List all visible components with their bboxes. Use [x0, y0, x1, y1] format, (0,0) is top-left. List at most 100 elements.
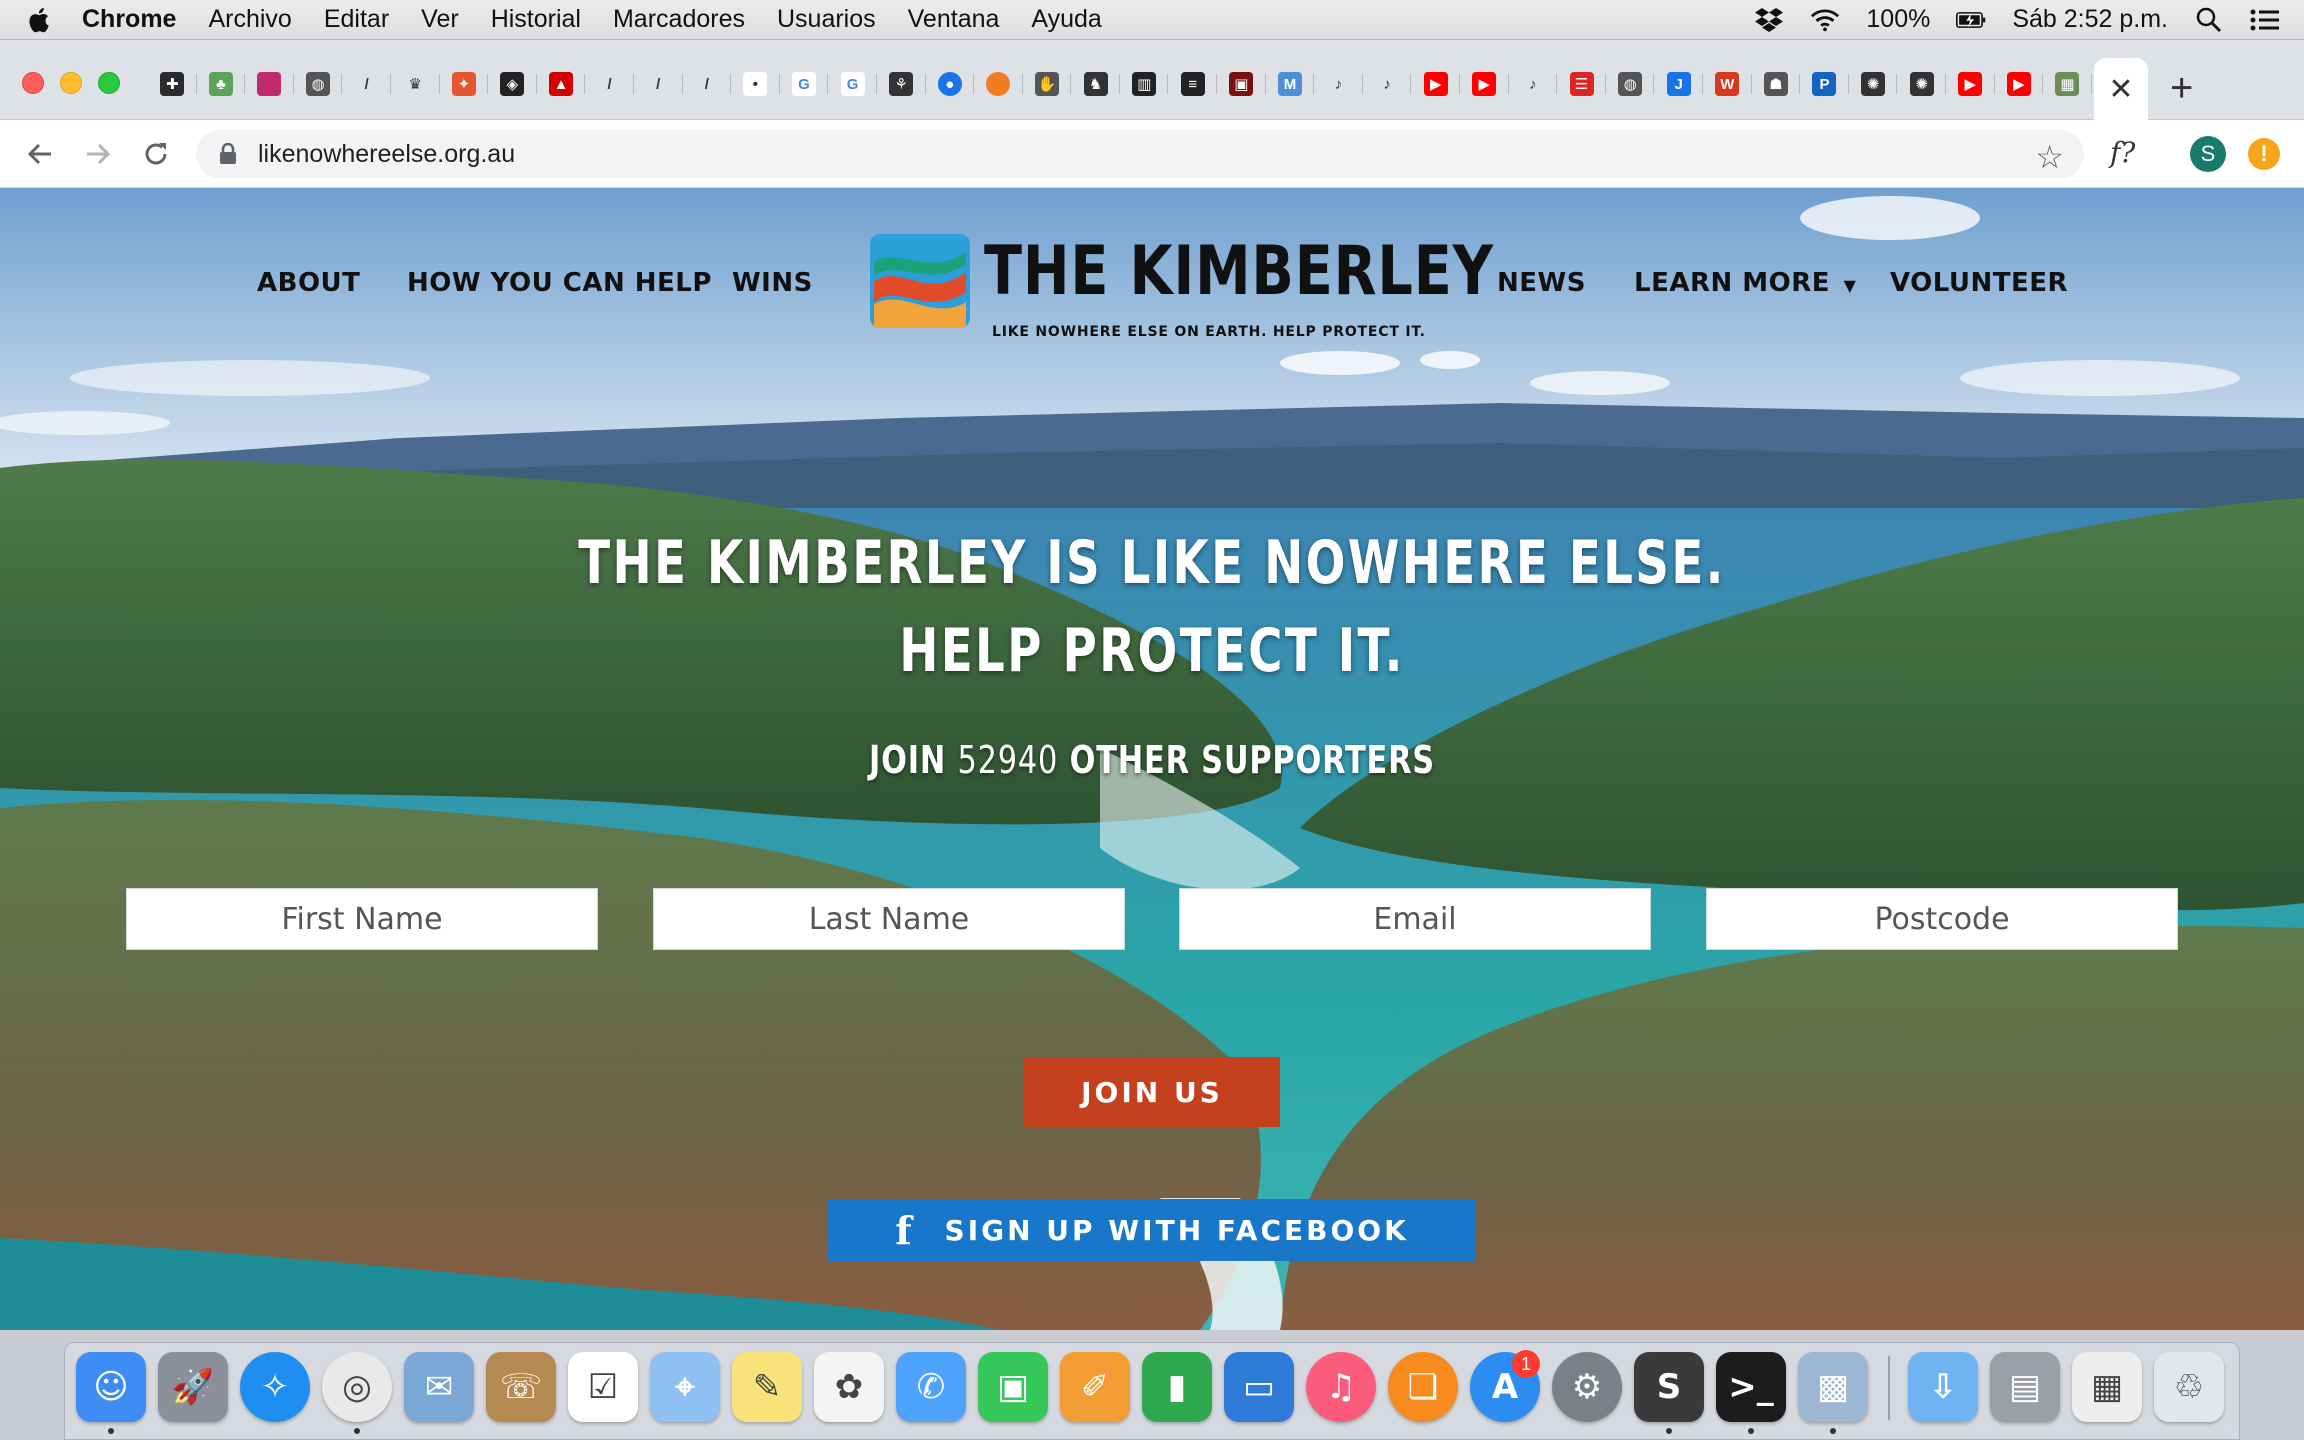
- pinned-tab[interactable]: /: [342, 66, 391, 102]
- pinned-tab[interactable]: ♪: [1509, 66, 1558, 102]
- sublime-text-icon[interactable]: S: [1634, 1352, 1704, 1422]
- first-name-input[interactable]: [127, 889, 597, 949]
- battery-charging-icon[interactable]: [1956, 8, 1986, 32]
- pinned-tab[interactable]: ♣: [197, 66, 246, 102]
- pinned-tab[interactable]: ✺: [1897, 66, 1946, 102]
- mail-icon[interactable]: ✉: [404, 1352, 474, 1422]
- pinned-tab[interactable]: •: [731, 66, 780, 102]
- pinned-tab[interactable]: M: [1266, 66, 1315, 102]
- pinned-tab[interactable]: ▶: [1946, 66, 1995, 102]
- pinned-tab[interactable]: [245, 66, 294, 102]
- pinned-tab[interactable]: ▶: [1995, 66, 2044, 102]
- pinned-tab[interactable]: ▶: [1460, 66, 1509, 102]
- active-tab[interactable]: ✕: [2094, 58, 2148, 120]
- pinned-tab[interactable]: ✋: [1023, 66, 1072, 102]
- reminders-icon[interactable]: ☑: [568, 1352, 638, 1422]
- pinned-tab[interactable]: ✦: [440, 66, 489, 102]
- kimberley-logo[interactable]: THE KIMBERLEY LIKE NOWHERE ELSE ON EARTH…: [868, 228, 1493, 340]
- terminal-icon[interactable]: >_: [1716, 1352, 1786, 1422]
- maps-icon[interactable]: ⌖: [650, 1352, 720, 1422]
- pinned-tab[interactable]: ✚: [148, 66, 197, 102]
- dropbox-icon[interactable]: [1754, 7, 1784, 32]
- pinned-tab[interactable]: ●: [926, 66, 975, 102]
- messages-icon[interactable]: ✆: [896, 1352, 966, 1422]
- pinned-tab[interactable]: W: [1703, 66, 1752, 102]
- numbers-icon[interactable]: ▮: [1142, 1352, 1212, 1422]
- facebook-signup-button[interactable]: f SIGN UP WITH FACEBOOK: [828, 1199, 1476, 1261]
- new-tab-button[interactable]: +: [2170, 68, 2193, 108]
- bookmark-star-icon[interactable]: ☆: [2035, 138, 2064, 176]
- menu-editar[interactable]: Editar: [324, 5, 389, 34]
- pinned-tab[interactable]: ♪: [1363, 66, 1412, 102]
- nav-news[interactable]: NEWS: [1497, 268, 1586, 298]
- contacts-icon[interactable]: ☏: [486, 1352, 556, 1422]
- nav-volunteer[interactable]: VOLUNTEER: [1890, 268, 2068, 298]
- launchpad-icon[interactable]: 🚀: [158, 1352, 228, 1422]
- join-us-button[interactable]: JOIN US: [1024, 1057, 1280, 1127]
- lock-icon[interactable]: [218, 142, 238, 165]
- pinned-tab[interactable]: G: [780, 66, 829, 102]
- menu-ver[interactable]: Ver: [421, 5, 459, 34]
- downloads-folder-icon[interactable]: ⇩: [1908, 1352, 1978, 1422]
- trash-icon[interactable]: ♲: [2154, 1352, 2224, 1422]
- email-input[interactable]: [1180, 889, 1650, 949]
- pinned-tab[interactable]: ◍: [1606, 66, 1655, 102]
- postcode-input[interactable]: [1707, 889, 2177, 949]
- apple-icon[interactable]: [24, 6, 52, 34]
- menu-marcadores[interactable]: Marcadores: [613, 5, 745, 34]
- pages-icon[interactable]: ✐: [1060, 1352, 1130, 1422]
- menu-ventana[interactable]: Ventana: [908, 5, 1000, 34]
- close-window-button[interactable]: [22, 72, 44, 94]
- photos-icon[interactable]: ✿: [814, 1352, 884, 1422]
- fullscreen-window-button[interactable]: [98, 72, 120, 94]
- close-tab-icon[interactable]: ✕: [2108, 72, 2133, 107]
- safari-icon[interactable]: ✧: [240, 1352, 310, 1422]
- nav-how-you-can-help[interactable]: HOW YOU CAN HELP: [407, 268, 712, 298]
- pinned-tab[interactable]: P: [1800, 66, 1849, 102]
- books-icon[interactable]: ❏: [1388, 1352, 1458, 1422]
- notes-icon[interactable]: ✎: [732, 1352, 802, 1422]
- pinned-tab[interactable]: [974, 66, 1023, 102]
- menu-usuarios[interactable]: Usuarios: [777, 5, 876, 34]
- chrome-icon[interactable]: ◎: [322, 1352, 392, 1422]
- email-field[interactable]: [1179, 888, 1651, 950]
- first-name-field[interactable]: [126, 888, 598, 950]
- pinned-tab[interactable]: /: [634, 66, 683, 102]
- update-alert-icon[interactable]: !: [2248, 138, 2280, 170]
- pinned-tab[interactable]: /: [585, 66, 634, 102]
- pinned-tab[interactable]: G: [828, 66, 877, 102]
- pinned-tab[interactable]: ⚘: [877, 66, 926, 102]
- minimize-window-button[interactable]: [60, 72, 82, 94]
- font-extension-icon[interactable]: f?: [2110, 136, 2135, 169]
- address-bar[interactable]: likenowhereelse.org.au ☆: [196, 130, 2084, 178]
- screenshot-stack-icon[interactable]: ▦: [2072, 1352, 2142, 1422]
- pinned-tab[interactable]: ▶: [1411, 66, 1460, 102]
- pinned-tab[interactable]: J: [1654, 66, 1703, 102]
- menu-historial[interactable]: Historial: [491, 5, 581, 34]
- pinned-tab[interactable]: ≡: [1168, 66, 1217, 102]
- pinned-tab[interactable]: ◈: [488, 66, 537, 102]
- nav-about[interactable]: ABOUT: [257, 268, 360, 298]
- pinned-tab[interactable]: ♪: [1314, 66, 1363, 102]
- spotlight-search-icon[interactable]: [2194, 7, 2224, 32]
- menu-app-name[interactable]: Chrome: [82, 5, 176, 34]
- last-name-input[interactable]: [654, 889, 1124, 949]
- profile-avatar[interactable]: S: [2190, 136, 2226, 172]
- postcode-field[interactable]: [1706, 888, 2178, 950]
- nav-wins[interactable]: WINS: [732, 268, 813, 298]
- wifi-icon[interactable]: [1810, 8, 1840, 32]
- menu-archivo[interactable]: Archivo: [208, 5, 291, 34]
- pinned-tab[interactable]: ☰: [1557, 66, 1606, 102]
- system-preferences-icon[interactable]: ⚙: [1552, 1352, 1622, 1422]
- pinned-tab[interactable]: ☗: [1752, 66, 1801, 102]
- pinned-tab[interactable]: ▲: [537, 66, 586, 102]
- pinned-tab[interactable]: ♛: [391, 66, 440, 102]
- forward-arrow-icon[interactable]: [78, 134, 118, 174]
- pinned-tab[interactable]: ♞: [1071, 66, 1120, 102]
- pinned-tab[interactable]: /: [683, 66, 732, 102]
- keynote-icon[interactable]: ▭: [1224, 1352, 1294, 1422]
- pinned-tab[interactable]: ✺: [1849, 66, 1898, 102]
- menu-ayuda[interactable]: Ayuda: [1031, 5, 1101, 34]
- menubar-clock[interactable]: Sáb 2:52 p.m.: [2012, 5, 2168, 34]
- pinned-tab[interactable]: ▦: [2043, 66, 2092, 102]
